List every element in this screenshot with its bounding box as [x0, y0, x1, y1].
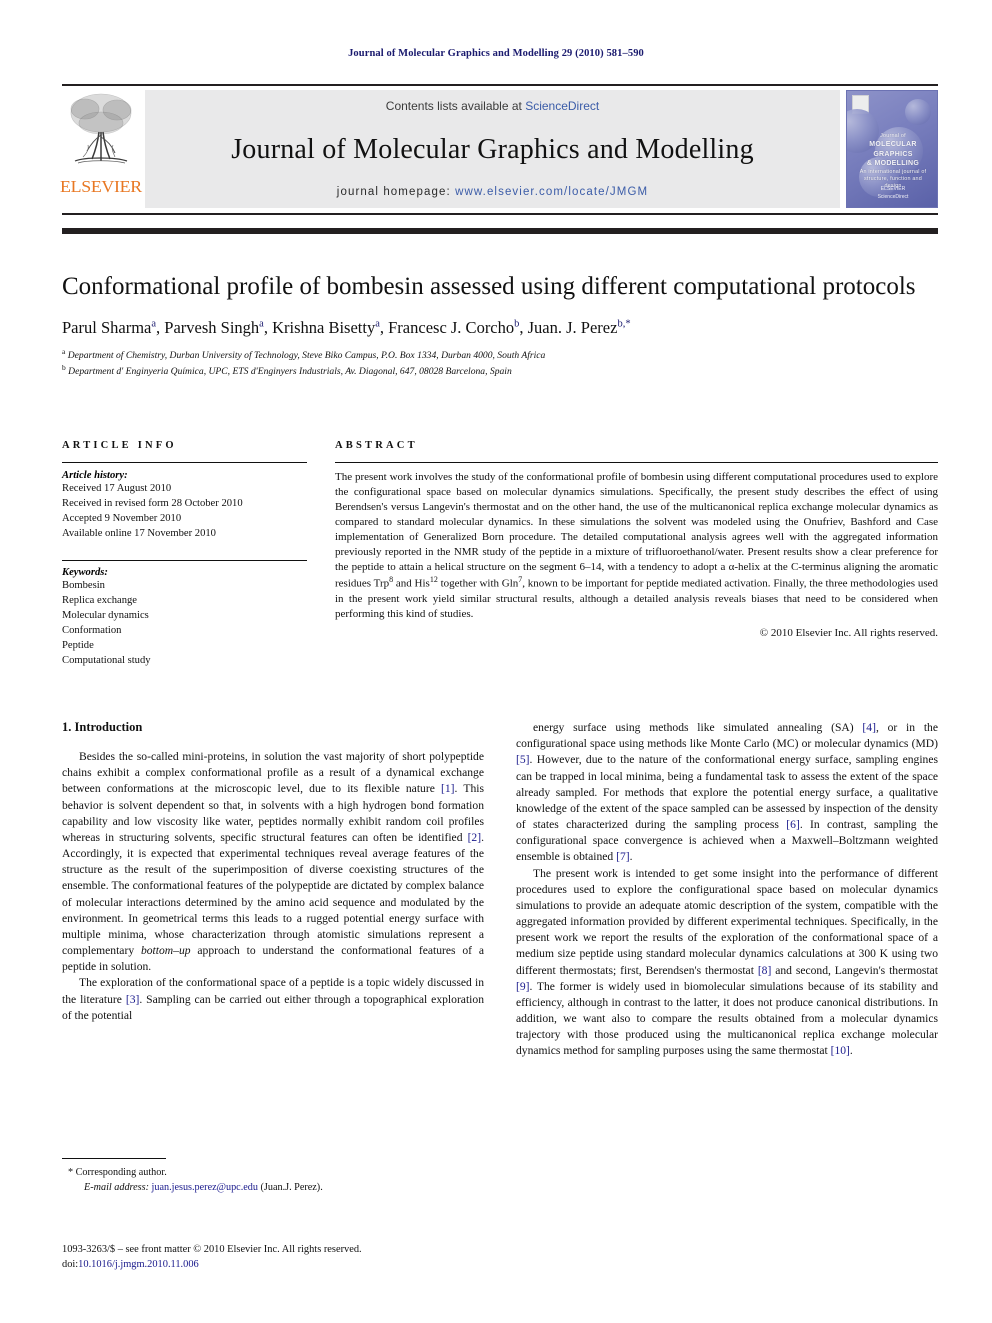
body-right-column: energy surface using methods like simula… [516, 720, 938, 1060]
info-abstract-region: ARTICLE INFO Article history: Received 1… [62, 440, 938, 668]
footnote-rule [62, 1158, 166, 1159]
article-info-heading: ARTICLE INFO [62, 440, 177, 451]
homepage-url-link[interactable]: www.elsevier.com/locate/JMGM [455, 186, 648, 198]
cover-line-2: MOLECULAR GRAPHICS [869, 141, 917, 158]
keywords-label: Keywords: [62, 567, 108, 579]
imprint-block: 1093-3263/$ – see front matter © 2010 El… [62, 1243, 492, 1273]
journal-cover-thumbnail: Journal of MOLECULAR GRAPHICS & MODELLIN… [846, 90, 938, 208]
article-info-column: ARTICLE INFO Article history: Received 1… [62, 440, 307, 668]
affiliation-b-text: Department d' Enginyeria Química, UPC, E… [68, 366, 512, 378]
cover-line-3: & MODELLING [866, 160, 920, 168]
paragraph: The exploration of the conformational sp… [62, 976, 484, 1022]
paragraph: energy surface using methods like simula… [516, 721, 938, 864]
title-block: Conformational profile of bombesin asses… [62, 272, 938, 379]
masthead-center: Contents lists available at ScienceDirec… [145, 90, 840, 208]
abstract-heading: ABSTRACT [335, 440, 418, 451]
running-head: Journal of Molecular Graphics and Modell… [348, 48, 644, 59]
cover-sphere-decoration [905, 99, 931, 125]
email-link[interactable]: juan.jesus.perez@upc.edu [152, 1182, 258, 1193]
homepage-prefix: journal homepage: [336, 186, 456, 198]
cover-line-1: Journal of [880, 133, 906, 139]
keyword-item: Conformation [62, 625, 122, 637]
cover-title-text: Journal of MOLECULAR GRAPHICS & MODELLIN… [855, 133, 931, 191]
paragraph: Besides the so-called mini-proteins, in … [62, 750, 485, 974]
journal-title: Journal of Molecular Graphics and Modell… [231, 133, 754, 165]
keywords-rule [62, 560, 307, 562]
page-title: Conformational profile of bombesin asses… [62, 273, 916, 300]
keyword-item: Computational study [62, 655, 151, 667]
sciencedirect-link[interactable]: ScienceDirect [525, 99, 599, 113]
affiliation-a-text: Department of Chemistry, Durban Universi… [67, 350, 546, 362]
body-left-column: 1. Introduction Besides the so-called mi… [62, 720, 484, 1060]
masthead-bottom-rule [62, 228, 938, 234]
elsevier-wordmark: ELSEVIER [60, 177, 142, 196]
article-info-rule [62, 462, 307, 463]
cover-foot-1: ELSEVIER [880, 186, 906, 192]
history-item: Accepted 9 November 2010 [62, 513, 182, 525]
affiliation-b: b Department d' Enginyeria Química, UPC,… [62, 363, 512, 378]
email-line: E-mail address: juan.jesus.perez@upc.edu… [62, 1181, 484, 1196]
keyword-item: Peptide [62, 640, 94, 652]
elsevier-tree-icon [70, 93, 132, 164]
asterisk-icon: * [68, 1167, 74, 1178]
affiliation-a: a Department of Chemistry, Durban Univer… [62, 347, 546, 362]
doi-link[interactable]: 10.1016/j.jmgm.2010.11.006 [78, 1259, 199, 1270]
contents-available-line: Contents lists available at ScienceDirec… [386, 99, 599, 113]
abstract-rule [335, 462, 938, 463]
cover-footer-text: ELSEVIER ScienceDirect [855, 186, 931, 201]
history-item: Received 17 August 2010 [62, 483, 172, 494]
section-heading-introduction: 1. Introduction [62, 720, 143, 734]
paper-page: Journal of Molecular Graphics and Modell… [0, 0, 992, 1323]
history-item: Available online 17 November 2010 [62, 528, 216, 540]
corresponding-author-text: Corresponding author. [75, 1167, 167, 1178]
body-columns: 1. Introduction Besides the so-called mi… [62, 720, 938, 1060]
doi-line: doi:10.1016/j.jmgm.2010.11.006 [62, 1258, 492, 1273]
corresponding-author-line: * Corresponding author. [62, 1166, 484, 1181]
author-list: Parul Sharmaa, Parvesh Singha, Krishna B… [62, 318, 631, 338]
elsevier-logo: ELSEVIER [60, 86, 142, 213]
article-history-label: Article history: [62, 470, 128, 481]
doi-label: doi: [62, 1258, 79, 1270]
cover-foot-2: ScienceDirect [877, 193, 909, 200]
keywords-block: Keywords: Bombesin Replica exchange Mole… [62, 560, 307, 668]
corresponding-author-footnote: * Corresponding author. E-mail address: … [62, 1158, 484, 1196]
keyword-item: Molecular dynamics [62, 610, 149, 622]
issn-frontmatter-line: 1093-3263/$ – see front matter © 2010 El… [62, 1244, 362, 1255]
keyword-item: Replica exchange [62, 595, 137, 607]
history-item: Received in revised form 28 October 2010 [62, 498, 243, 510]
email-label: E-mail address: [84, 1181, 149, 1193]
copyright-line: © 2010 Elsevier Inc. All rights reserved… [759, 626, 938, 639]
journal-masthead: ELSEVIER Contents lists available at Sci… [60, 84, 938, 215]
abstract-column: ABSTRACT The present work involves the s… [335, 440, 938, 668]
contents-prefix: Contents lists available at [385, 99, 526, 113]
abstract-text: The present work involves the study of t… [335, 471, 938, 620]
keyword-item: Bombesin [62, 580, 105, 592]
paragraph: The present work is intended to get some… [516, 866, 939, 1058]
journal-homepage-line: journal homepage: www.elsevier.com/locat… [337, 186, 648, 198]
email-person: (Juan.J. Perez). [260, 1181, 323, 1193]
affiliations: a Department of Chemistry, Durban Univer… [62, 347, 938, 379]
